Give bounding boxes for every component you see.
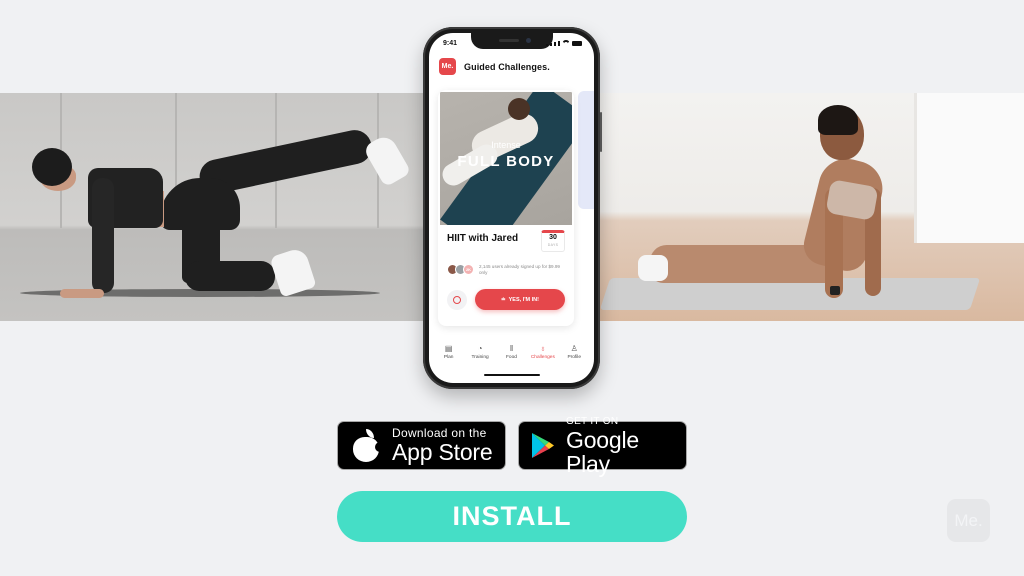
google-play-icon-svg bbox=[532, 433, 554, 458]
trophy-icon: ♁ bbox=[539, 344, 546, 353]
apple-icon bbox=[353, 428, 385, 462]
hand bbox=[60, 289, 104, 298]
next-challenge-card[interactable] bbox=[578, 91, 594, 209]
challenge-image: Intense FULL BODY bbox=[440, 92, 572, 225]
brand-watermark: Me. bbox=[947, 499, 990, 542]
speaker bbox=[498, 39, 519, 42]
hair bbox=[32, 148, 72, 186]
challenge-name: HIIT with Jared bbox=[447, 233, 519, 244]
signal-icon bbox=[546, 44, 548, 46]
phone-mockup: 9:41 Me. Guided Challenges. Intense FULL… bbox=[423, 27, 602, 389]
tab-plan[interactable]: ▤ Plan bbox=[434, 344, 464, 361]
tab-challenges[interactable]: ♁ Challenges bbox=[528, 344, 558, 361]
google-play-large: Google Play bbox=[566, 427, 639, 477]
hair bbox=[818, 105, 858, 135]
tab-label: Challenges bbox=[530, 355, 555, 360]
join-challenge-button[interactable]: ≐ YES, I'M IN! bbox=[475, 289, 565, 310]
wifi-icon bbox=[562, 40, 570, 46]
info-icon bbox=[453, 296, 461, 304]
profile-icon: ♙ bbox=[570, 344, 578, 353]
window bbox=[914, 93, 1024, 243]
tab-profile[interactable]: ♙ Profile bbox=[559, 344, 589, 361]
duration-value: 30 bbox=[549, 234, 557, 241]
app-store-text: Download on the App Store bbox=[392, 427, 493, 465]
hips bbox=[160, 178, 240, 230]
challenge-title: FULL BODY bbox=[457, 153, 555, 170]
tab-food[interactable]: ‖ Food bbox=[496, 344, 526, 361]
join-icon: ≐ bbox=[501, 296, 506, 303]
status-icons bbox=[546, 40, 582, 46]
google-play-text: GET IT ON Google Play bbox=[566, 415, 686, 476]
side-button bbox=[600, 112, 602, 152]
app-header: Me. Guided Challenges. bbox=[439, 58, 550, 75]
phone-screen: 9:41 Me. Guided Challenges. Intense FULL… bbox=[429, 33, 594, 383]
calendar-icon: ▤ bbox=[444, 344, 453, 353]
workout-photo-left bbox=[0, 93, 425, 321]
page-title: Guided Challenges. bbox=[464, 61, 550, 72]
tab-bar: ▤ Plan ◔ Training ‖ Food ♁ Challenges ♙ … bbox=[429, 344, 594, 361]
arm bbox=[92, 178, 114, 293]
cutlery-icon: ‖ bbox=[509, 344, 514, 353]
notch bbox=[470, 33, 553, 49]
workout-photo-right bbox=[600, 93, 1024, 321]
home-indicator bbox=[483, 374, 540, 376]
signup-text: 2,145 users already signed up for $9.99 … bbox=[479, 264, 560, 275]
tab-training[interactable]: ◔ Training bbox=[465, 344, 495, 361]
google-play-button[interactable]: GET IT ON Google Play bbox=[518, 416, 687, 476]
shin bbox=[185, 261, 275, 291]
tab-label: Training bbox=[471, 355, 489, 360]
battery-icon bbox=[572, 41, 582, 46]
app-logo[interactable]: Me. bbox=[439, 58, 456, 75]
apple-bite bbox=[375, 441, 385, 452]
signal-icon bbox=[550, 43, 552, 46]
challenge-card[interactable]: Intense FULL BODY HIIT with Jared 30 DAY… bbox=[438, 90, 574, 326]
signal-icon bbox=[554, 42, 556, 46]
info-button[interactable] bbox=[447, 290, 467, 310]
participant-avatars: 2K bbox=[447, 264, 474, 275]
camera bbox=[525, 38, 531, 43]
tab-label: Plan bbox=[443, 355, 454, 360]
signal-icon bbox=[558, 41, 560, 46]
tab-label: Profile bbox=[567, 355, 582, 360]
install-button[interactable]: INSTALL bbox=[337, 491, 687, 542]
app-store-button[interactable]: Download on the App Store bbox=[337, 421, 506, 470]
join-label: YES, I'M IN! bbox=[508, 296, 539, 303]
calendar-icon: 30 DAYS bbox=[541, 230, 565, 252]
smartwatch bbox=[830, 286, 840, 295]
avatar-count: 2K bbox=[463, 264, 474, 275]
app-store-large: App Store bbox=[392, 439, 493, 465]
duration-unit: DAYS bbox=[547, 243, 559, 247]
person-head bbox=[508, 98, 530, 120]
tab-label: Food bbox=[506, 355, 517, 360]
challenge-subtitle: Intense bbox=[491, 140, 521, 150]
google-play-icon bbox=[531, 432, 555, 459]
sock bbox=[638, 255, 668, 281]
status-time: 9:41 bbox=[443, 40, 458, 47]
training-icon: ◔ bbox=[477, 344, 483, 353]
